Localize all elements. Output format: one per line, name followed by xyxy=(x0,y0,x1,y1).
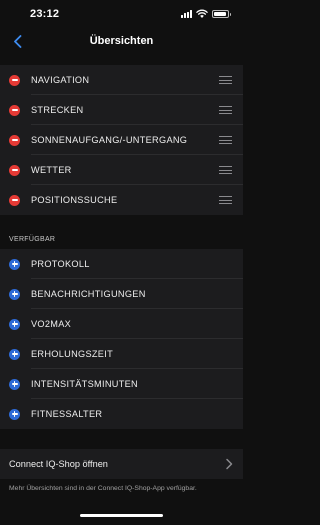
add-icon[interactable] xyxy=(9,378,20,390)
add-icon[interactable] xyxy=(9,288,20,300)
glance-label: PROTOKOLL xyxy=(31,259,90,269)
chevron-right-icon xyxy=(226,458,233,470)
available-glance-row[interactable]: BENACHRICHTIGUNGEN xyxy=(0,279,243,309)
remove-icon[interactable] xyxy=(9,134,20,146)
chevron-left-icon xyxy=(13,34,21,48)
status-bar: 23:12 xyxy=(0,0,243,28)
glance-label: VO2MAX xyxy=(31,319,72,329)
remove-icon[interactable] xyxy=(9,74,20,86)
wifi-icon xyxy=(196,9,208,18)
add-icon[interactable] xyxy=(9,258,20,270)
home-indicator[interactable] xyxy=(80,514,163,517)
page-title: Übersichten xyxy=(89,35,154,47)
drag-handle-icon[interactable] xyxy=(219,76,232,84)
cellular-signal-icon xyxy=(181,9,192,18)
battery-level xyxy=(214,11,226,16)
glance-label: POSITIONSSUCHE xyxy=(31,195,118,205)
add-icon[interactable] xyxy=(9,318,20,330)
active-glance-row[interactable]: STRECKEN xyxy=(0,95,243,125)
glance-label: FITNESSALTER xyxy=(31,409,103,419)
back-button[interactable] xyxy=(8,32,26,50)
drag-handle-icon[interactable] xyxy=(219,166,232,174)
drag-handle-icon[interactable] xyxy=(219,106,232,114)
glance-label: SONNENAUFGANG/-UNTERGANG xyxy=(31,135,188,145)
available-glance-row[interactable]: INTENSITÄTSMINUTEN xyxy=(0,369,243,399)
connect-iq-store-button[interactable]: Connect IQ-Shop öffnen xyxy=(0,449,243,479)
remove-icon[interactable] xyxy=(9,194,20,206)
active-glance-row[interactable]: POSITIONSSUCHE xyxy=(0,185,243,215)
navigation-bar: Übersichten xyxy=(0,28,243,54)
add-icon[interactable] xyxy=(9,408,20,420)
glance-label: ERHOLUNGSZEIT xyxy=(31,349,114,359)
remove-icon[interactable] xyxy=(9,104,20,116)
glance-label: WETTER xyxy=(31,165,72,175)
drag-handle-icon[interactable] xyxy=(219,196,232,204)
remove-icon[interactable] xyxy=(9,164,20,176)
active-glance-row[interactable]: NAVIGATION xyxy=(0,65,243,95)
available-glances-list: PROTOKOLL BENACHRICHTIGUNGEN VO2MAX ERHO… xyxy=(0,249,243,429)
status-icons xyxy=(181,9,231,18)
glance-label: STRECKEN xyxy=(31,105,84,115)
glance-label: INTENSITÄTSMINUTEN xyxy=(31,379,138,389)
status-time: 23:12 xyxy=(30,8,60,20)
battery-icon xyxy=(212,9,231,18)
available-glance-row[interactable]: PROTOKOLL xyxy=(0,249,243,279)
available-glance-row[interactable]: FITNESSALTER xyxy=(0,399,243,429)
store-note: Mehr Übersichten sind in der Connect IQ-… xyxy=(9,485,197,492)
available-glance-row[interactable]: VO2MAX xyxy=(0,309,243,339)
available-glance-row[interactable]: ERHOLUNGSZEIT xyxy=(0,339,243,369)
available-section-header: VERFÜGBAR xyxy=(9,236,56,243)
store-label: Connect IQ-Shop öffnen xyxy=(9,459,108,469)
active-glance-row[interactable]: WETTER xyxy=(0,155,243,185)
drag-handle-icon[interactable] xyxy=(219,136,232,144)
active-glances-list: NAVIGATION STRECKEN SONNENAUFGANG/-UNTER… xyxy=(0,65,243,215)
active-glance-row[interactable]: SONNENAUFGANG/-UNTERGANG xyxy=(0,125,243,155)
glance-label: BENACHRICHTIGUNGEN xyxy=(31,289,146,299)
add-icon[interactable] xyxy=(9,348,20,360)
glance-label: NAVIGATION xyxy=(31,75,90,85)
